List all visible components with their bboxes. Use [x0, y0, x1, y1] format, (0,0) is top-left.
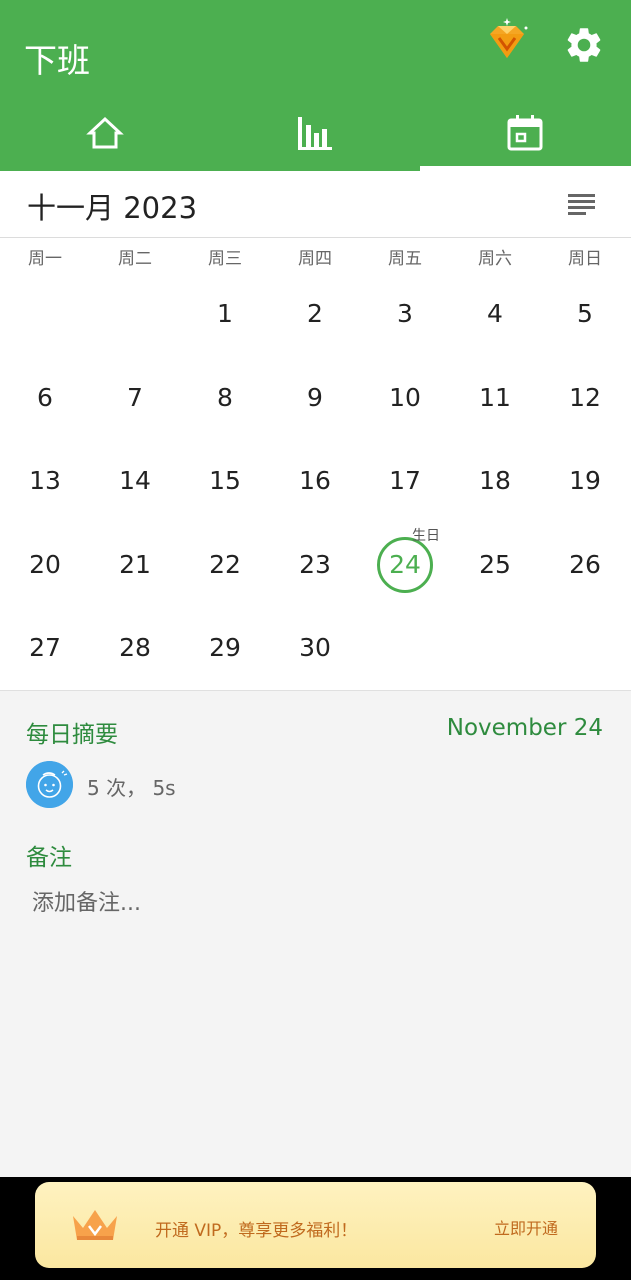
- tab-home[interactable]: [0, 94, 210, 171]
- calendar-day[interactable]: 26: [540, 535, 630, 595]
- weekday-label: 周三: [208, 249, 242, 269]
- vip-promo-text: 开通 VIP，尊享更多福利！: [155, 1221, 358, 1241]
- app-title: 下班: [24, 41, 90, 80]
- weekday-label: 周六: [478, 249, 512, 269]
- list-view-icon[interactable]: [568, 191, 595, 217]
- tab-calendar[interactable]: [420, 94, 630, 171]
- calendar-day[interactable]: 25: [450, 535, 540, 595]
- calendar-icon: [507, 114, 543, 150]
- calendar-day-selected[interactable]: 24: [360, 535, 450, 595]
- vip-open-button[interactable]: 立即开通: [494, 1215, 558, 1239]
- calendar-day[interactable]: 22: [180, 535, 270, 595]
- calendar-day[interactable]: 29: [180, 618, 270, 678]
- calendar-day[interactable]: 12: [540, 368, 630, 428]
- notes-input[interactable]: [26, 884, 604, 922]
- calendar-day[interactable]: 20: [0, 535, 90, 595]
- calendar-day[interactable]: 15: [180, 451, 270, 511]
- calendar-day[interactable]: 16: [270, 451, 360, 511]
- baby-face-icon: [26, 761, 73, 808]
- top-app-bar: 下班: [0, 0, 631, 171]
- gear-icon[interactable]: [563, 24, 605, 66]
- calendar-day[interactable]: 5: [540, 284, 630, 344]
- calendar-day[interactable]: 21: [90, 535, 180, 595]
- weekday-label: 周二: [118, 249, 152, 269]
- month-header: 十一月 2023: [0, 171, 631, 238]
- summary-stats: 5 次， 5s: [87, 776, 176, 800]
- daily-summary-title: 每日摘要: [26, 722, 118, 748]
- calendar-day[interactable]: 23: [270, 535, 360, 595]
- calendar-grid: 生日 周一 周二 周三 周四 周五 周六 周日 1 2 3 4 5 6 7 8 9 10 11 12 13 14 15 16…: [0, 238, 631, 691]
- month-title[interactable]: 十一月 2023: [27, 185, 197, 227]
- weekday-label: 周四: [298, 249, 332, 269]
- calendar-day[interactable]: 13: [0, 451, 90, 511]
- calendar-day[interactable]: 9: [270, 368, 360, 428]
- crown-icon: [73, 1210, 117, 1240]
- home-icon: [86, 116, 124, 148]
- daily-summary-date: November 24: [446, 715, 603, 741]
- calendar-day[interactable]: 28: [90, 618, 180, 678]
- weekday-label: 周一: [28, 249, 62, 269]
- calendar-day[interactable]: 2: [270, 284, 360, 344]
- bar-chart-icon: [298, 116, 332, 150]
- calendar-day[interactable]: 27: [0, 618, 90, 678]
- calendar-day[interactable]: 17: [360, 451, 450, 511]
- calendar-day[interactable]: 14: [90, 451, 180, 511]
- app-screen: 下班 十一月 2023 生日 周一 周二 周三 周四 周五 周六 周日 1 2 …: [0, 0, 631, 1177]
- calendar-day[interactable]: 11: [450, 368, 540, 428]
- calendar-day[interactable]: 1: [180, 284, 270, 344]
- tab-stats[interactable]: [210, 94, 420, 171]
- calendar-day[interactable]: 3: [360, 284, 450, 344]
- calendar-day[interactable]: 10: [360, 368, 450, 428]
- vip-promo-banner[interactable]: 开通 VIP，尊享更多福利！ 立即开通: [35, 1182, 596, 1268]
- calendar-day[interactable]: 30: [270, 618, 360, 678]
- calendar-day[interactable]: 18: [450, 451, 540, 511]
- weekday-label: 周五: [388, 249, 422, 269]
- weekday-label: 周日: [568, 249, 602, 269]
- calendar-day[interactable]: 19: [540, 451, 630, 511]
- calendar-day[interactable]: 8: [180, 368, 270, 428]
- vip-diamond-icon[interactable]: [482, 16, 532, 66]
- calendar-day[interactable]: 6: [0, 368, 90, 428]
- calendar-day[interactable]: 7: [90, 368, 180, 428]
- notes-title: 备注: [26, 845, 72, 871]
- calendar-day[interactable]: 4: [450, 284, 540, 344]
